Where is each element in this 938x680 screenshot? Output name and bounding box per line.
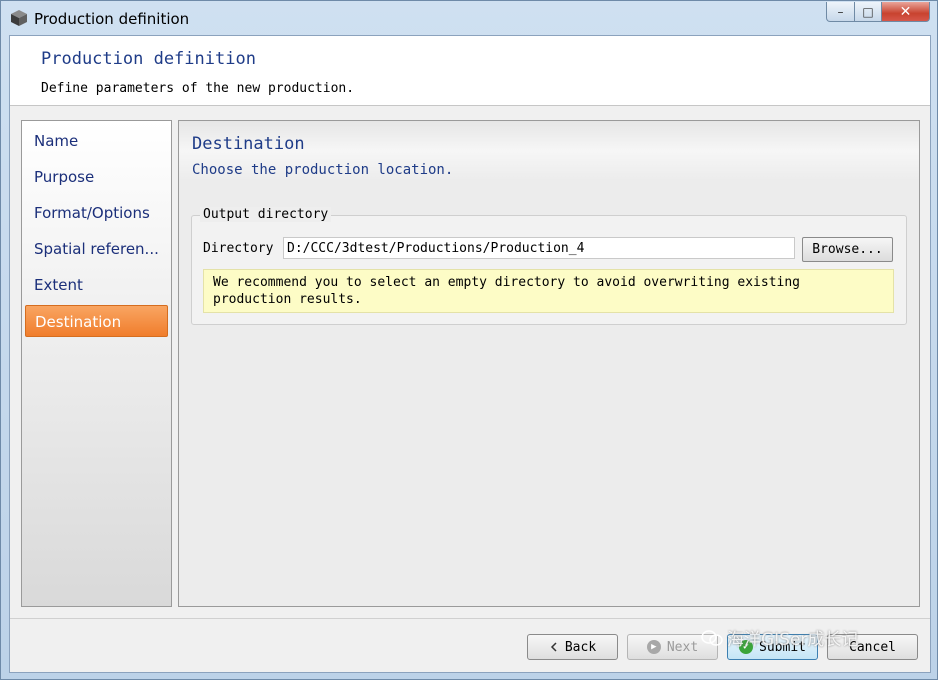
title-bar[interactable]: Production definition – □ ✕ [1, 1, 937, 35]
window-title: Production definition [34, 10, 190, 28]
minimize-button[interactable]: – [826, 2, 855, 22]
back-button[interactable]: Back [527, 634, 618, 660]
sidebar-item-name[interactable]: Name [25, 125, 168, 157]
panel-subtitle: Choose the production location. [192, 162, 454, 178]
back-label: Back [564, 639, 597, 655]
close-button[interactable]: ✕ [882, 2, 930, 22]
sidebar-item-purpose[interactable]: Purpose [25, 161, 168, 193]
page-title: Production definition [41, 49, 256, 69]
recommendation-notice: We recommend you to select an empty dire… [203, 269, 894, 313]
group-title: Output directory [200, 207, 332, 222]
window-controls: – □ ✕ [826, 2, 930, 22]
sidebar-item-format-options[interactable]: Format/Options [25, 197, 168, 229]
sidebar-item-spatial-reference[interactable]: Spatial referen... [25, 233, 168, 265]
next-label: Next [666, 639, 699, 655]
dialog-client: Production definition Define parameters … [9, 35, 931, 673]
destination-panel: Destination Choose the production locati… [178, 120, 920, 607]
directory-input[interactable] [283, 237, 795, 259]
maximize-icon: □ [862, 4, 874, 19]
panel-header: Destination Choose the production locati… [179, 121, 919, 181]
directory-label: Directory [203, 241, 274, 256]
watermark-text: 海洋GISer成长记 [727, 630, 859, 650]
chevron-left-icon [550, 642, 557, 652]
panel-title: Destination [192, 134, 305, 154]
dialog-window: Production definition – □ ✕ Production d… [0, 0, 938, 680]
close-icon: ✕ [899, 3, 912, 20]
minimize-icon: – [837, 4, 844, 19]
wizard-header: Production definition Define parameters … [10, 36, 930, 106]
maximize-button[interactable]: □ [855, 2, 882, 22]
page-subtitle: Define parameters of the new production. [41, 81, 355, 96]
wechat-icon [701, 629, 723, 646]
output-directory-group: Output directory Directory Browse... We … [191, 207, 907, 325]
watermark: 海洋GISer成长记 [701, 625, 858, 650]
wizard-steps-sidebar: Name Purpose Format/Options Spatial refe… [21, 120, 172, 607]
arrow-right-icon: ▶ [646, 640, 661, 654]
sidebar-item-extent[interactable]: Extent [25, 269, 168, 301]
browse-button[interactable]: Browse... [802, 237, 893, 262]
app-cube-icon [11, 10, 27, 26]
sidebar-item-destination[interactable]: Destination [25, 305, 168, 337]
